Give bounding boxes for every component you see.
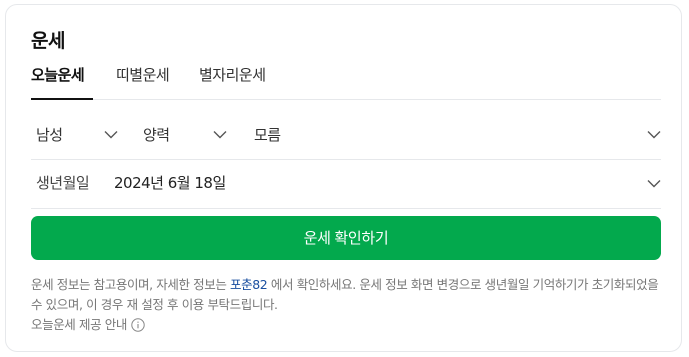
notice-text-before: 운세 정보는 참고용이며, 자세한 정보는	[31, 277, 231, 292]
chevron-down-icon	[213, 127, 227, 141]
check-fortune-button[interactable]: 운세 확인하기	[31, 216, 661, 260]
tab-constellation-fortune[interactable]: 별자리운세	[199, 63, 279, 99]
chevron-down-icon	[647, 127, 661, 141]
calendar-type-select[interactable]: 양력	[138, 109, 233, 159]
notice-text: 운세 정보는 참고용이며, 자세한 정보는 포춘82 에서 확인하세요. 운세 …	[31, 275, 661, 315]
card-title: 운세	[31, 30, 65, 52]
gender-select[interactable]: 남성	[31, 109, 126, 159]
provider-info-link[interactable]: 오늘운세 제공 안내	[31, 315, 145, 335]
chevron-down-icon[interactable]	[647, 176, 661, 190]
fortune-card: 운세 오늘운세 띠별운세 별자리운세 남성 양력 모름 생년월일 2024년 6…	[5, 4, 682, 352]
birth-date-label: 생년월일	[36, 174, 90, 192]
calendar-type-value: 양력	[143, 125, 170, 144]
provider-info-label: 오늘운세 제공 안내	[31, 317, 127, 332]
options-row: 남성 양력 모름	[31, 109, 661, 160]
tab-today-fortune[interactable]: 오늘운세	[31, 63, 93, 100]
chevron-down-icon	[104, 127, 118, 141]
gender-value: 남성	[36, 125, 63, 144]
birth-time-select[interactable]: 모름	[249, 109, 661, 159]
fortune-tabs: 오늘운세 띠별운세 별자리운세	[31, 63, 661, 100]
info-icon[interactable]	[131, 318, 145, 332]
birth-date-value[interactable]: 2024년 6월 18일	[114, 158, 226, 208]
fortune82-link[interactable]: 포춘82	[230, 277, 268, 292]
birth-date-row[interactable]: 생년월일 2024년 6월 18일	[31, 158, 661, 209]
birth-time-value: 모름	[254, 125, 281, 144]
tab-zodiac-animal-fortune[interactable]: 띠별운세	[116, 63, 178, 99]
